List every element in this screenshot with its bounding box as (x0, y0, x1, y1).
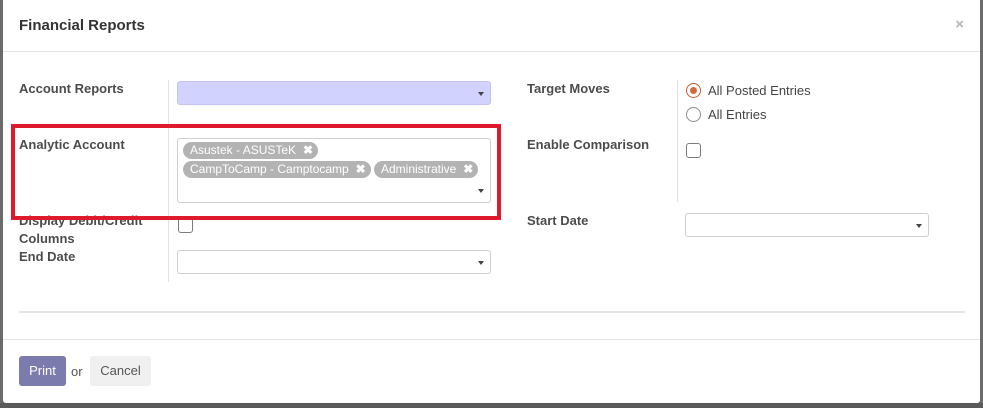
analytic-tag-label: Administrative (381, 162, 457, 176)
background-strip (0, 403, 983, 408)
close-icon[interactable]: × (955, 16, 964, 33)
form-separator (19, 311, 965, 313)
dialog-title: Financial Reports (19, 17, 145, 34)
display-debit-credit-label-line2: Columns (19, 231, 75, 246)
remove-tag-icon[interactable]: ✖ (463, 161, 473, 178)
radio-all-posted-entries[interactable] (686, 83, 701, 98)
analytic-tag: CampToCamp - Camptocamp ✖ (183, 161, 371, 178)
analytic-tag: Administrative ✖ (374, 161, 479, 178)
start-date-select[interactable] (685, 213, 929, 237)
enable-comparison-label: Enable Comparison (527, 137, 650, 152)
chevron-down-icon[interactable] (916, 224, 922, 228)
end-date-select[interactable] (177, 250, 491, 274)
chevron-down-icon[interactable] (478, 261, 484, 265)
radio-all-entries-label[interactable]: All Entries (708, 107, 767, 122)
financial-reports-dialog: Financial Reports × Account Reports Anal… (3, 0, 980, 403)
remove-tag-icon[interactable]: ✖ (303, 142, 313, 159)
account-reports-select[interactable] (177, 81, 491, 105)
right-column-divider (677, 80, 678, 202)
cancel-button[interactable]: Cancel (90, 356, 151, 386)
account-reports-label: Account Reports (19, 81, 124, 96)
analytic-tag: Asustek - ASUSTeK ✖ (183, 142, 319, 159)
start-date-label: Start Date (527, 213, 589, 228)
chevron-down-icon[interactable] (478, 189, 484, 193)
radio-all-entries[interactable] (686, 107, 701, 122)
target-moves-label: Target Moves (527, 81, 610, 96)
analytic-tag-label: Asustek - ASUSTeK (190, 143, 297, 157)
analytic-account-tags-input[interactable]: Asustek - ASUSTeK ✖ CampToCamp - Camptoc… (177, 138, 491, 203)
end-date-label: End Date (19, 249, 76, 264)
print-button[interactable]: Print (19, 356, 66, 386)
dialog-header: Financial Reports × (3, 0, 980, 52)
footer-divider (3, 339, 980, 340)
radio-all-posted-entries-label[interactable]: All Posted Entries (708, 83, 811, 98)
display-debit-credit-label-line1: Display Debit/Credit (19, 213, 143, 228)
chevron-down-icon[interactable] (478, 92, 484, 96)
analytic-tag-label: CampToCamp - Camptocamp (190, 162, 349, 176)
enable-comparison-checkbox[interactable] (686, 143, 701, 158)
left-column-divider (168, 80, 169, 282)
display-debit-credit-checkbox[interactable] (178, 218, 193, 233)
or-text: or (71, 364, 83, 379)
analytic-account-label: Analytic Account (19, 137, 125, 152)
remove-tag-icon[interactable]: ✖ (356, 161, 366, 178)
